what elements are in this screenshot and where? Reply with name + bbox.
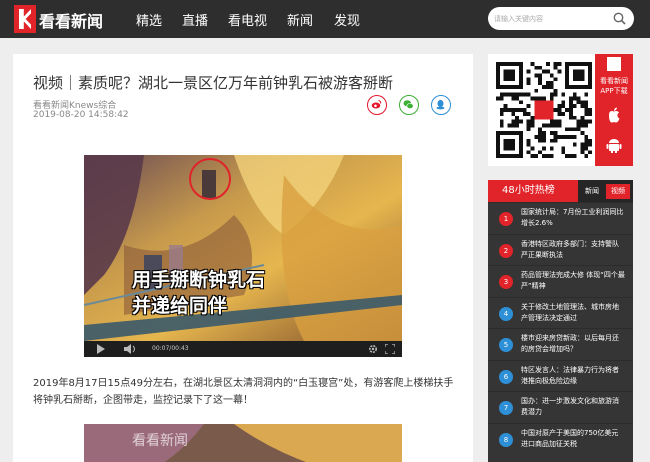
tab-video[interactable]: 视频 bbox=[606, 184, 630, 199]
weibo-icon bbox=[371, 100, 382, 109]
tab-news[interactable]: 新闻 bbox=[580, 184, 604, 199]
rank-badge: 3 bbox=[499, 275, 513, 289]
second-video-player[interactable]: 看看新闻 bbox=[84, 424, 402, 462]
hot-list-item[interactable]: 3 药品管理法完成大修 体现“四个最严”精神 bbox=[488, 265, 633, 297]
hot-item-title[interactable]: 特区发言人：法律暴力行为将者港推向极危险边缘 bbox=[521, 365, 625, 389]
hot-list-title: 48小时热榜 bbox=[488, 180, 578, 202]
share-wechat-button[interactable] bbox=[399, 95, 419, 115]
rank-badge: 2 bbox=[499, 243, 513, 258]
hot-list-item[interactable]: 4 关于修改土地管理法、城市房地产管理法决定通过 bbox=[488, 296, 633, 329]
hot-item-title[interactable]: 国办：进一步激发文化和旅游消费潜力 bbox=[521, 396, 625, 420]
android-icon[interactable] bbox=[605, 136, 623, 154]
search-icon[interactable] bbox=[613, 12, 626, 25]
article-card: 视频｜素质呢？湖北一景区亿万年前钟乳石被游客掰断 看看新闻Knews综合 201… bbox=[13, 54, 473, 462]
fullscreen-icon[interactable] bbox=[385, 344, 395, 354]
app-subtitle: APP下载 bbox=[600, 87, 628, 95]
hot-list-header: 48小时热榜 新闻 视频 bbox=[488, 180, 633, 202]
hot-list-item[interactable]: 2 香港特区政府多部门：支持警队严正果断执法 bbox=[488, 233, 633, 266]
rank-badge: 8 bbox=[499, 432, 513, 447]
brand-name: 看看新闻 bbox=[39, 12, 104, 31]
volume-icon[interactable] bbox=[124, 344, 138, 354]
video-caption-line2: 并递给同伴 bbox=[132, 295, 228, 317]
top-navbar: 看看新闻 精选 直播 看电视 新闻 发现 bbox=[0, 0, 650, 38]
wechat-icon bbox=[403, 100, 414, 109]
video-caption-line1: 用手掰断钟乳石 bbox=[132, 269, 266, 291]
search-input[interactable] bbox=[494, 10, 604, 27]
hot-item-title[interactable]: 楼市迎来房贷新政：以后每月还的房贷会增加吗？ bbox=[521, 333, 625, 357]
rank-badge: 1 bbox=[499, 212, 513, 226]
nav-item-featured[interactable]: 精选 bbox=[136, 10, 162, 29]
article-title: 视频｜素质呢？湖北一景区亿万年前钟乳石被游客掰断 bbox=[33, 74, 394, 92]
hot-list-item[interactable]: 7 国办：进一步激发文化和旅游消费潜力 bbox=[488, 391, 633, 423]
app-logo-icon bbox=[607, 57, 621, 71]
qq-icon bbox=[436, 99, 445, 110]
nav-item-tv[interactable]: 看电视 bbox=[228, 10, 267, 29]
hot-item-title[interactable]: 药品管理法完成大修 体现“四个最严”精神 bbox=[521, 270, 625, 294]
hot-list-item[interactable]: 6 特区发言人：法律暴力行为将者港推向极危险边缘 bbox=[488, 359, 633, 392]
nav-item-discover[interactable]: 发现 bbox=[334, 10, 360, 29]
app-download-card: 看看新闻 APP下载 bbox=[488, 54, 633, 166]
video-player[interactable]: 用手掰断钟乳石 并递给同伴 00:07/00:43 bbox=[84, 155, 402, 357]
settings-icon[interactable] bbox=[368, 344, 378, 354]
search-bar bbox=[488, 7, 634, 30]
video-watermark: 看看新闻 bbox=[132, 433, 188, 449]
play-icon[interactable] bbox=[96, 344, 105, 354]
hot-item-title[interactable]: 关于修改土地管理法、城市房地产管理法决定通过 bbox=[521, 302, 625, 326]
share-weibo-button[interactable] bbox=[367, 95, 387, 115]
nav-item-live[interactable]: 直播 bbox=[182, 10, 208, 29]
kankan-logo-icon bbox=[14, 5, 36, 33]
article-paragraph: 2019年8月17日15点49分左右，在湖北景区太清洞洞内的“白玉寝宫”处，有游… bbox=[33, 378, 454, 406]
hot-list-item[interactable]: 5 楼市迎来房贷新政：以后每月还的房贷会增加吗？ bbox=[488, 328, 633, 360]
video-controls: 00:07/00:43 bbox=[84, 341, 402, 357]
hot-list-item[interactable]: 1 国家统计局：7月份工业利润同比增长2.6% bbox=[488, 202, 633, 234]
rank-badge: 4 bbox=[499, 306, 513, 321]
hot-item-title[interactable]: 国家统计局：7月份工业利润同比增长2.6% bbox=[521, 207, 625, 231]
hot-list-panel: 48小时热榜 新闻 视频 1 国家统计局：7月份工业利润同比增长2.6% 2 香港特区… bbox=[488, 180, 633, 462]
apple-icon[interactable] bbox=[605, 106, 623, 124]
video-time: 00:07/00:43 bbox=[152, 345, 189, 352]
rank-badge: 7 bbox=[499, 401, 513, 415]
hot-item-title[interactable]: 香港特区政府多部门：支持警队严正果断执法 bbox=[521, 239, 625, 263]
app-title: 看看新闻 bbox=[600, 77, 628, 85]
hot-item-title[interactable]: 中国对原产于美国的750亿美元进口商品加征关税 bbox=[521, 428, 625, 452]
hot-list-item[interactable]: 8 中国对原产于美国的750亿美元进口商品加征关税 bbox=[488, 422, 633, 455]
qr-code-image bbox=[496, 62, 592, 158]
app-download-button[interactable]: 看看新闻 APP下载 bbox=[595, 54, 633, 166]
site-logo[interactable]: 看看新闻 bbox=[14, 5, 114, 33]
article-date: 2019-08-20 14:58:42 bbox=[33, 110, 129, 120]
rank-badge: 6 bbox=[499, 369, 513, 384]
rank-badge: 5 bbox=[499, 338, 513, 352]
nav-item-news[interactable]: 新闻 bbox=[287, 10, 313, 29]
share-qq-button[interactable] bbox=[431, 95, 451, 115]
